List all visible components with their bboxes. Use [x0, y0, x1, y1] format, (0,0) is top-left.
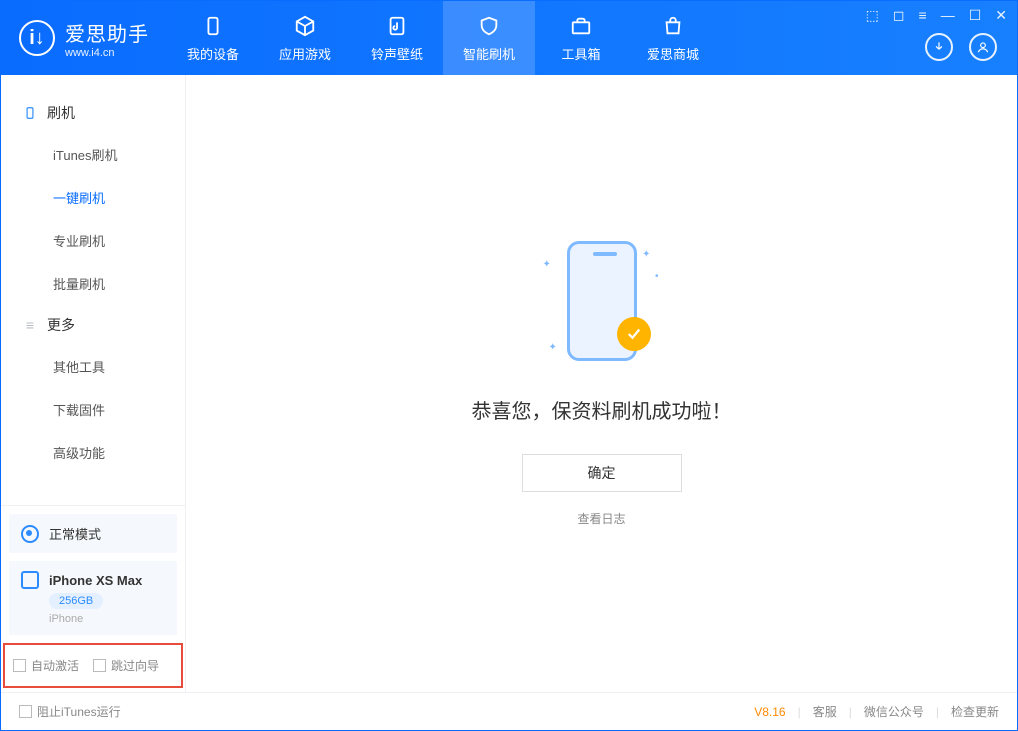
tab-apps-games[interactable]: 应用游戏 — [259, 1, 351, 75]
sidebar-item-pro-flash[interactable]: 专业刷机 — [1, 219, 185, 262]
menu-icon[interactable]: ≡ — [919, 7, 927, 24]
toolbox-icon — [569, 14, 593, 38]
success-illustration: ✦ ✦ ✦ • — [547, 241, 657, 371]
sidebar-item-advanced[interactable]: 高级功能 — [1, 431, 185, 474]
phone-icon — [201, 14, 225, 38]
close-icon[interactable]: ✕ — [995, 7, 1007, 24]
download-button[interactable] — [925, 33, 953, 61]
app-name-en: www.i4.cn — [65, 47, 149, 59]
device-type: iPhone — [49, 613, 165, 625]
music-file-icon — [385, 14, 409, 38]
main-tabs: 我的设备 应用游戏 铃声壁纸 智能刷机 工具箱 爱思商城 — [167, 1, 719, 75]
checkbox-icon — [93, 659, 106, 672]
separator: | — [849, 705, 852, 719]
sidebar-group-flash[interactable]: 刷机 — [1, 93, 185, 133]
sparkle-icon: ✦ — [549, 342, 557, 353]
mode-label: 正常模式 — [49, 524, 101, 543]
sidebar-item-oneclick-flash[interactable]: 一键刷机 — [1, 176, 185, 219]
sparkle-icon: ✦ — [543, 259, 551, 270]
device-icon — [21, 571, 39, 589]
wechat-link[interactable]: 微信公众号 — [864, 703, 924, 720]
tab-label: 应用游戏 — [279, 44, 331, 63]
user-button[interactable] — [969, 33, 997, 61]
separator: | — [936, 705, 939, 719]
tab-smart-flash[interactable]: 智能刷机 — [443, 1, 535, 75]
check-update-link[interactable]: 检查更新 — [951, 703, 999, 720]
tab-ringtones-wallpapers[interactable]: 铃声壁纸 — [351, 1, 443, 75]
version-label: V8.16 — [754, 705, 785, 719]
sidebar-scroll: 刷机 iTunes刷机 一键刷机 专业刷机 批量刷机 ≡ 更多 其他工具 下载固… — [1, 75, 185, 505]
sidebar: 刷机 iTunes刷机 一键刷机 专业刷机 批量刷机 ≡ 更多 其他工具 下载固… — [1, 75, 186, 692]
group-title: 更多 — [47, 315, 75, 335]
cube-icon — [293, 14, 317, 38]
checkbox-label: 跳过向导 — [111, 657, 159, 674]
tab-label: 工具箱 — [561, 44, 600, 63]
tab-my-device[interactable]: 我的设备 — [167, 1, 259, 75]
logo-icon: i↓ — [19, 20, 55, 56]
footer: 阻止iTunes运行 V8.16 | 客服 | 微信公众号 | 检查更新 — [1, 692, 1017, 730]
mode-icon — [21, 525, 39, 543]
device-name: iPhone XS Max — [49, 573, 142, 588]
sidebar-group-more[interactable]: ≡ 更多 — [1, 305, 185, 345]
footer-right: V8.16 | 客服 | 微信公众号 | 检查更新 — [754, 703, 999, 720]
check-badge-icon — [617, 317, 651, 351]
body: 刷机 iTunes刷机 一键刷机 专业刷机 批量刷机 ≡ 更多 其他工具 下载固… — [1, 75, 1017, 692]
sidebar-item-other-tools[interactable]: 其他工具 — [1, 345, 185, 388]
checkbox-icon — [13, 659, 26, 672]
main-content: ✦ ✦ ✦ • 恭喜您，保资料刷机成功啦！ 确定 查看日志 — [186, 75, 1017, 692]
sparkle-icon: ✦ — [642, 249, 650, 260]
user-icon — [976, 40, 990, 54]
highlighted-checks-box: 自动激活 跳过向导 — [3, 643, 183, 688]
app-logo: i↓ 爱思助手 www.i4.cn — [1, 18, 167, 59]
feedback-icon[interactable]: ◻ — [893, 7, 905, 24]
group-title: 刷机 — [47, 103, 75, 123]
view-log-link[interactable]: 查看日志 — [577, 510, 625, 527]
sidebar-item-itunes-flash[interactable]: iTunes刷机 — [1, 133, 185, 176]
sidebar-item-batch-flash[interactable]: 批量刷机 — [1, 262, 185, 305]
success-message: 恭喜您，保资料刷机成功啦！ — [472, 395, 732, 424]
skip-guide-checkbox[interactable]: 跳过向导 — [93, 657, 159, 674]
sidebar-bottom: 正常模式 iPhone XS Max 256GB iPhone 自动激活 跳过向… — [1, 505, 185, 692]
tab-toolbox[interactable]: 工具箱 — [535, 1, 627, 75]
logo-text: 爱思助手 www.i4.cn — [65, 18, 149, 59]
download-icon — [932, 40, 946, 54]
device-small-icon — [23, 106, 37, 120]
support-link[interactable]: 客服 — [813, 703, 837, 720]
block-itunes-checkbox[interactable]: 阻止iTunes运行 — [19, 703, 121, 720]
window-controls: ⬚ ◻ ≡ — ☐ ✕ — [866, 7, 1007, 24]
checkbox-label: 阻止iTunes运行 — [37, 703, 121, 720]
separator: | — [798, 705, 801, 719]
maximize-icon[interactable]: ☐ — [969, 7, 982, 24]
mode-box[interactable]: 正常模式 — [9, 514, 177, 553]
skin-icon[interactable]: ⬚ — [866, 7, 879, 24]
minimize-icon[interactable]: — — [941, 7, 955, 24]
shield-icon — [477, 14, 501, 38]
tab-label: 我的设备 — [187, 44, 239, 63]
ok-button[interactable]: 确定 — [522, 454, 682, 492]
auto-activate-checkbox[interactable]: 自动激活 — [13, 657, 79, 674]
app-name-cn: 爱思助手 — [65, 18, 149, 47]
bag-icon — [661, 14, 685, 38]
sidebar-item-download-firmware[interactable]: 下载固件 — [1, 388, 185, 431]
tab-label: 爱思商城 — [647, 44, 699, 63]
tab-label: 铃声壁纸 — [371, 44, 423, 63]
device-capacity-badge: 256GB — [49, 593, 103, 609]
checkbox-icon — [19, 705, 32, 718]
tab-label: 智能刷机 — [463, 44, 515, 63]
device-box[interactable]: iPhone XS Max 256GB iPhone — [9, 561, 177, 635]
checkbox-label: 自动激活 — [31, 657, 79, 674]
header-right-buttons — [925, 33, 997, 61]
header: i↓ 爱思助手 www.i4.cn 我的设备 应用游戏 铃声壁纸 智能刷机 工具… — [1, 1, 1017, 75]
list-icon: ≡ — [23, 318, 37, 332]
sparkle-icon: • — [655, 271, 659, 282]
tab-store[interactable]: 爱思商城 — [627, 1, 719, 75]
